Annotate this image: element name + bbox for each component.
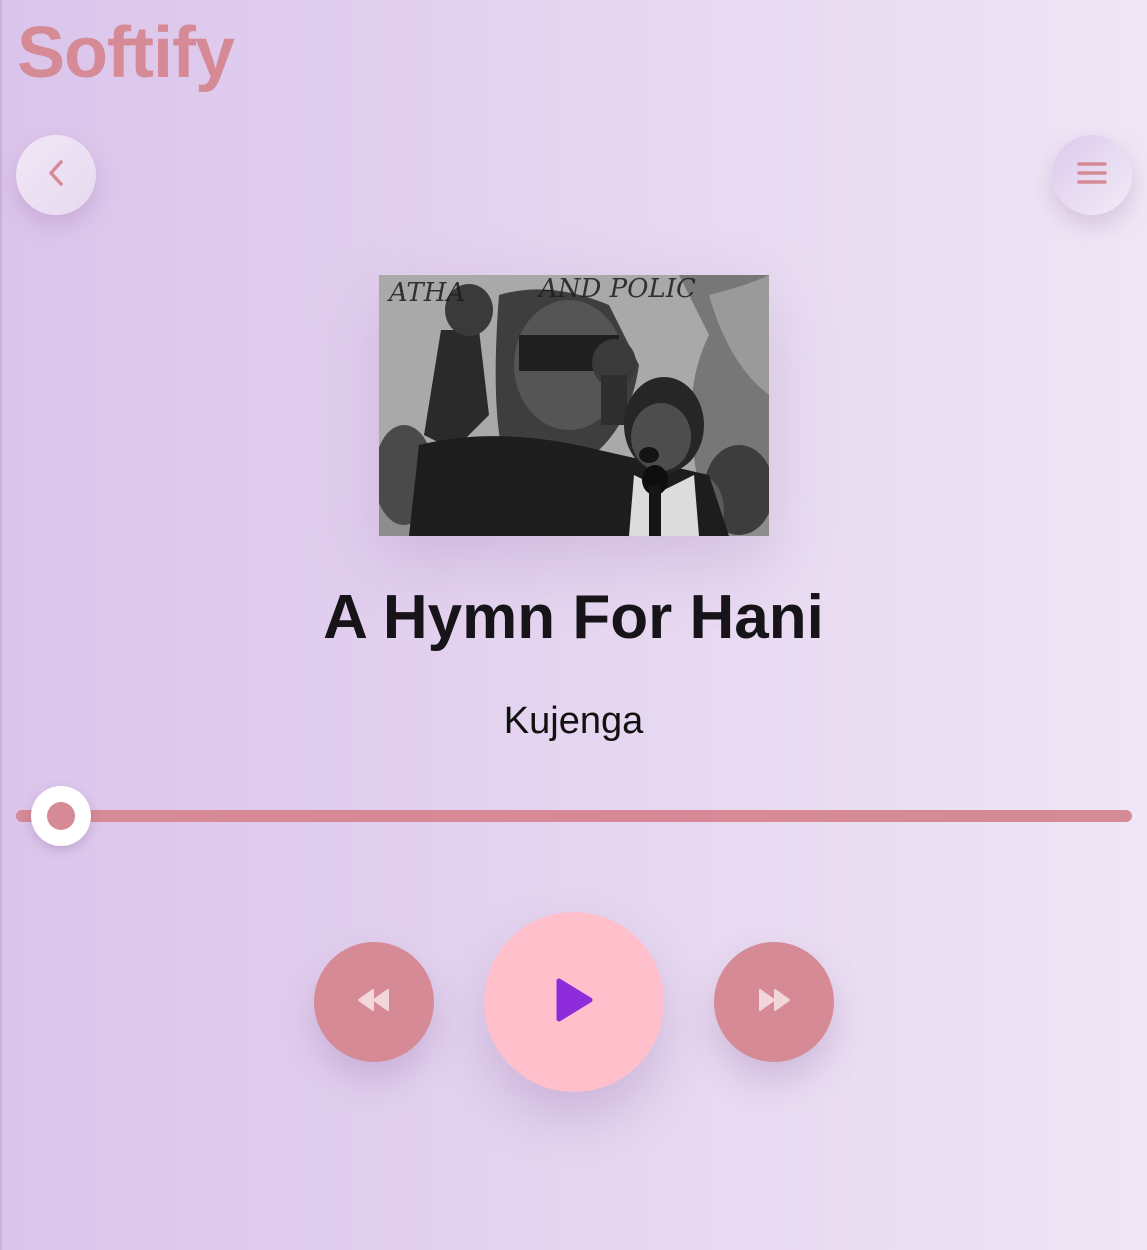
play-button[interactable] bbox=[484, 912, 664, 1092]
fast-forward-button[interactable] bbox=[714, 942, 834, 1062]
svg-text:ATHA: ATHA bbox=[387, 278, 465, 308]
album-cover-image: ATHA AND POLIC bbox=[379, 275, 769, 536]
progress-slider[interactable] bbox=[16, 786, 1132, 846]
artist-name[interactable]: Kujenga bbox=[0, 698, 1147, 744]
svg-text:AND POLIC: AND POLIC bbox=[537, 275, 696, 304]
play-icon bbox=[554, 977, 594, 1028]
progress-thumb[interactable] bbox=[30, 786, 91, 846]
chevron-left-icon bbox=[44, 158, 68, 193]
rewind-button[interactable] bbox=[314, 942, 434, 1062]
menu-button[interactable] bbox=[1052, 135, 1132, 215]
album-cover: ATHA AND POLIC bbox=[379, 275, 769, 536]
app-title: Softify bbox=[17, 13, 235, 93]
hamburger-menu-icon bbox=[1076, 159, 1108, 192]
progress-thumb-dot bbox=[46, 802, 75, 830]
fast-forward-icon bbox=[757, 987, 791, 1018]
back-button[interactable] bbox=[16, 135, 96, 215]
song-title: A Hymn For Hani bbox=[323, 583, 824, 652]
rewind-icon bbox=[357, 987, 391, 1018]
